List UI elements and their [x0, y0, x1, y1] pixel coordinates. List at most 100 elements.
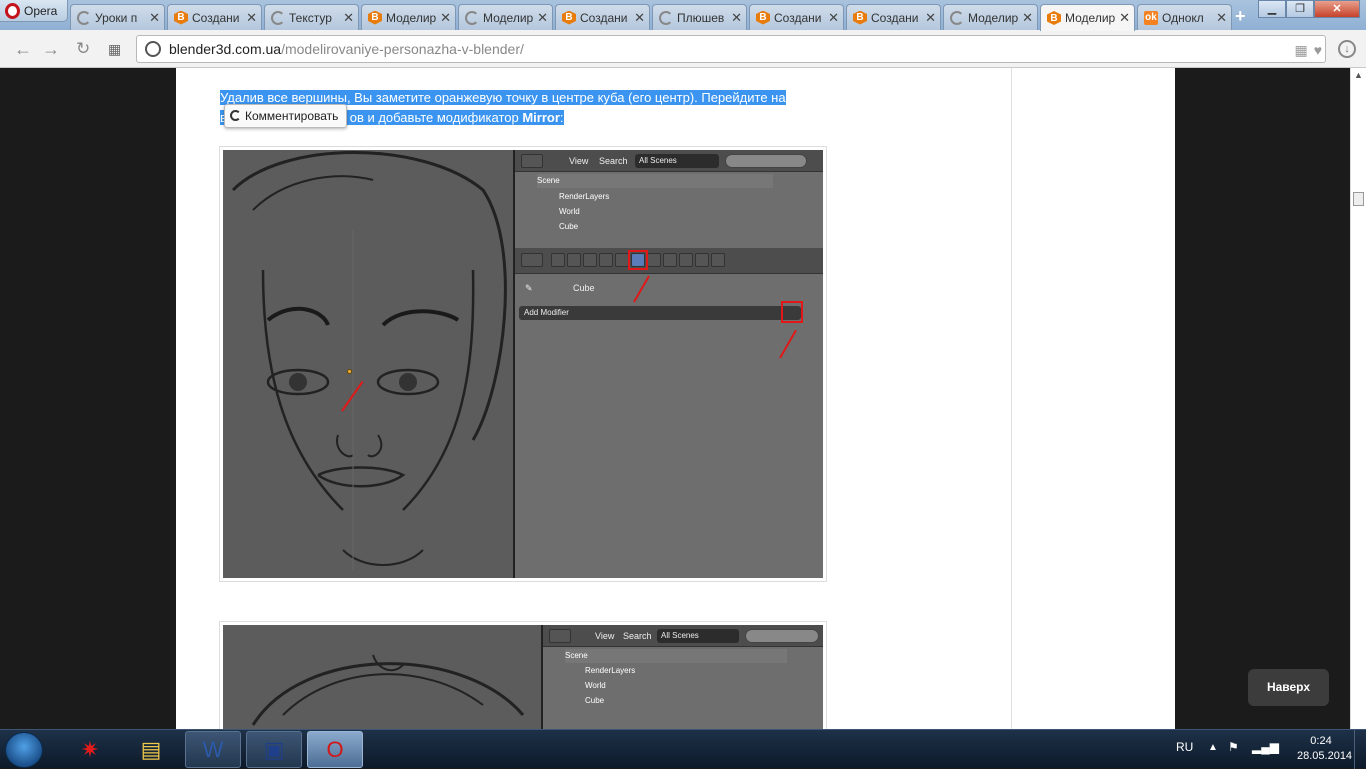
- texture-icon[interactable]: [679, 253, 693, 267]
- close-tab-icon[interactable]: ✕: [1022, 10, 1033, 26]
- scene-icon[interactable]: [583, 253, 597, 267]
- tray-expand-icon[interactable]: ▲: [1208, 742, 1218, 753]
- back-button[interactable]: ←: [14, 39, 32, 60]
- physics-icon[interactable]: [711, 253, 725, 267]
- add-modifier-dropdown[interactable]: Add Modifier: [519, 306, 801, 320]
- layers-icon[interactable]: [567, 253, 581, 267]
- particles-icon[interactable]: [695, 253, 709, 267]
- close-tab-icon[interactable]: ✕: [440, 10, 451, 26]
- selected-text-line2: ов и добавьте модификатор: [349, 110, 523, 125]
- tutorial-image-2: View Search All Scenes Scene RenderLayer…: [219, 621, 827, 741]
- new-tab-button[interactable]: +: [1235, 6, 1246, 27]
- tab-title: Плюшев: [677, 10, 725, 25]
- close-window-button[interactable]: ✕: [1314, 0, 1360, 18]
- close-tab-icon[interactable]: ✕: [537, 10, 548, 26]
- editor-type-icon: [549, 629, 571, 643]
- close-tab-icon[interactable]: ✕: [634, 10, 645, 26]
- word-icon[interactable]: W: [185, 731, 241, 768]
- browser-tab[interactable]: Моделир ✕: [943, 4, 1038, 30]
- splat-app-icon[interactable]: ✷: [62, 731, 118, 768]
- origin-point-marker: [347, 369, 352, 374]
- browser-tab[interactable]: Уроки п ✕: [70, 4, 165, 30]
- tab-title: Моделир: [483, 10, 534, 25]
- close-tab-icon[interactable]: ✕: [925, 10, 936, 26]
- object-icon[interactable]: [615, 253, 629, 267]
- browser-tab[interactable]: Плюшев ✕: [652, 4, 747, 30]
- tree-label: RenderLayers: [559, 192, 610, 201]
- scenes-dropdown[interactable]: All Scenes: [635, 154, 719, 168]
- maximize-button[interactable]: ❐: [1286, 0, 1314, 18]
- outliner-search-field[interactable]: [725, 154, 807, 168]
- scenes-dropdown[interactable]: All Scenes: [657, 629, 739, 643]
- reload-button[interactable]: ↻: [76, 39, 90, 59]
- start-button[interactable]: [5, 732, 43, 768]
- outliner-view-menu[interactable]: View: [569, 156, 588, 166]
- tab-title: Текстур: [289, 10, 332, 25]
- blender-icon: B: [1047, 11, 1061, 25]
- close-tab-icon[interactable]: ✕: [1216, 10, 1227, 26]
- scroll-up-arrow-icon[interactable]: ▲: [1354, 70, 1363, 80]
- readmode-grid-icon[interactable]: ▦: [1294, 42, 1307, 59]
- action-center-flag-icon[interactable]: ⚑: [1228, 740, 1239, 754]
- opera-taskbar-icon[interactable]: O: [307, 731, 363, 768]
- outliner-header: View Search All Scenes: [543, 625, 823, 647]
- opera-menu-button[interactable]: Opera: [0, 0, 68, 22]
- save-disk-icon[interactable]: ▣: [246, 731, 302, 768]
- render-icon[interactable]: [551, 253, 565, 267]
- back-to-top-button[interactable]: Наверх: [1248, 669, 1329, 706]
- close-tab-icon[interactable]: ✕: [149, 10, 160, 26]
- tab-title: Создани: [580, 10, 628, 25]
- outliner-search-field[interactable]: [745, 629, 819, 643]
- comment-tooltip-button[interactable]: Комментировать: [224, 104, 348, 128]
- browser-tab[interactable]: B Создани ✕: [846, 4, 941, 30]
- outliner-search-menu[interactable]: Search: [599, 156, 628, 166]
- face-sketch-image: [251, 654, 525, 726]
- browser-tab[interactable]: Моделир ✕: [458, 4, 553, 30]
- system-clock[interactable]: 0:24 28.05.2014: [1297, 734, 1352, 764]
- outliner-header: View Search All Scenes: [515, 150, 823, 172]
- browser-tab[interactable]: ok Однокл ✕: [1137, 4, 1232, 30]
- browser-tab[interactable]: B Создани ✕: [555, 4, 650, 30]
- page-scrollbar[interactable]: ▲: [1350, 68, 1366, 729]
- url-input[interactable]: blender3d.com.ua/modelirovaniye-personaz…: [136, 35, 1326, 63]
- browser-tab[interactable]: B Создани ✕: [749, 4, 844, 30]
- browser-tab[interactable]: Текстур ✕: [264, 4, 359, 30]
- close-tab-icon[interactable]: ✕: [1119, 10, 1130, 26]
- close-tab-icon[interactable]: ✕: [343, 10, 354, 26]
- tab-title: Моделир: [1065, 11, 1116, 25]
- tree-label: World: [559, 207, 580, 216]
- network-signal-icon[interactable]: ▂▄▆: [1252, 740, 1279, 754]
- data-icon[interactable]: [647, 253, 661, 267]
- outliner-search-menu[interactable]: Search: [623, 631, 652, 641]
- selected-text-line1: Удалив все вершины, Вы заметите оранжеву…: [220, 90, 786, 105]
- odnoklassniki-icon: ok: [1144, 10, 1158, 25]
- tree-label: Scene: [565, 651, 588, 660]
- tree-item-world: World: [559, 205, 580, 219]
- close-tab-icon[interactable]: ✕: [828, 10, 839, 26]
- paragraph-end: :: [559, 110, 564, 125]
- loading-icon: [77, 10, 91, 25]
- forward-button[interactable]: →: [42, 39, 60, 60]
- outliner-view-menu[interactable]: View: [595, 631, 614, 641]
- close-tab-icon[interactable]: ✕: [731, 10, 742, 26]
- scroll-thumb[interactable]: [1353, 192, 1364, 206]
- bookmark-heart-icon[interactable]: ♥: [1314, 42, 1322, 59]
- downloads-icon[interactable]: ↓: [1338, 40, 1356, 58]
- minimize-button[interactable]: ▁: [1258, 0, 1286, 18]
- close-tab-icon[interactable]: ✕: [246, 10, 257, 26]
- file-explorer-icon[interactable]: ▤: [123, 731, 179, 768]
- language-indicator[interactable]: RU: [1176, 740, 1193, 754]
- world-icon[interactable]: [599, 253, 613, 267]
- site-info-icon[interactable]: [145, 41, 161, 57]
- browser-tab[interactable]: B Создани ✕: [167, 4, 262, 30]
- browser-tab[interactable]: B Моделир ✕: [361, 4, 456, 30]
- show-desktop-button[interactable]: [1354, 730, 1366, 769]
- browser-tab[interactable]: B Моделир ✕: [1040, 4, 1135, 31]
- tutorial-image-1: View Search All Scenes Scene RenderLayer…: [219, 146, 827, 582]
- tab-title: Создани: [192, 10, 240, 25]
- material-icon[interactable]: [663, 253, 677, 267]
- loading-icon: [465, 10, 479, 25]
- tree-item-cube: Cube: [585, 694, 604, 708]
- red-arrow-annotation: [633, 275, 650, 303]
- speed-dial-grid-icon[interactable]: ▦: [108, 41, 121, 58]
